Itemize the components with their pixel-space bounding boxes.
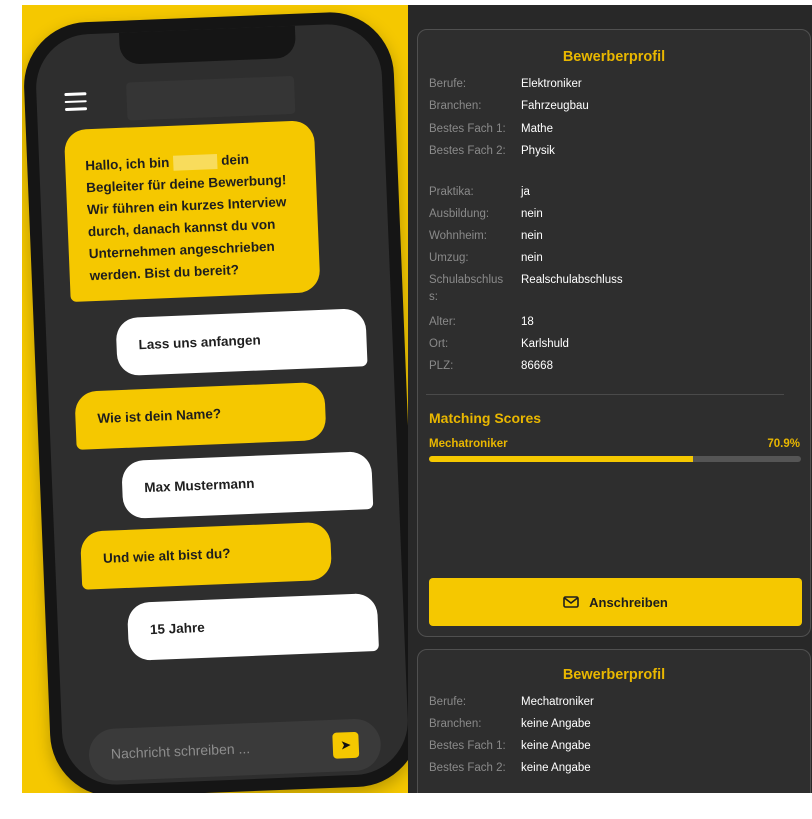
field-value: Mechatroniker bbox=[521, 696, 594, 708]
redacted-bot-name bbox=[172, 153, 218, 171]
message-text: Lass uns anfangen bbox=[138, 332, 262, 353]
contact-button[interactable]: Anschreiben bbox=[429, 578, 802, 626]
message-input-placeholder: Nachricht schreiben ... bbox=[110, 740, 251, 762]
field-label: Bestes Fach 1: bbox=[429, 740, 506, 752]
applicant-profile-card: Bewerberprofil Berufe: Elektroniker Bran… bbox=[417, 29, 811, 637]
message-text: 15 Jahre bbox=[149, 619, 206, 638]
user-message: 15 Jahre bbox=[126, 592, 380, 661]
phone-mockup-panel: Hallo, ich bin dein Begleiter für deine B… bbox=[22, 5, 408, 793]
field-label: Branchen: bbox=[429, 100, 482, 112]
message-text: Und wie alt bist du? bbox=[102, 545, 231, 566]
field-value: nein bbox=[521, 208, 543, 220]
field-label: Bestes Fach 2: bbox=[429, 145, 506, 157]
mail-icon bbox=[563, 596, 579, 608]
send-button[interactable]: ➤ bbox=[332, 731, 360, 759]
user-message: Max Mustermann bbox=[121, 451, 374, 520]
hamburger-menu-icon[interactable] bbox=[64, 92, 88, 111]
bot-message-greeting: Hallo, ich bin dein Begleiter für deine B… bbox=[63, 120, 321, 302]
chat-screen: Hallo, ich bin dein Begleiter für deine B… bbox=[34, 22, 408, 787]
field-value: Mathe bbox=[521, 123, 553, 135]
field-value: keine Angabe bbox=[521, 718, 591, 730]
field-label: Berufe: bbox=[429, 696, 467, 708]
field-value: ja bbox=[521, 186, 530, 198]
field-value: 86668 bbox=[521, 360, 553, 372]
field-value: nein bbox=[521, 230, 543, 242]
field-value: Karlshuld bbox=[521, 338, 569, 350]
field-value: Elektroniker bbox=[521, 78, 582, 90]
field-value: 18 bbox=[521, 316, 534, 328]
score-label: Mechatroniker bbox=[429, 438, 508, 450]
score-progress-fill bbox=[429, 456, 693, 462]
phone-notch bbox=[118, 23, 297, 65]
field-label: Ort: bbox=[429, 338, 449, 350]
field-label: Ausbildung: bbox=[429, 208, 490, 220]
field-label: Umzug: bbox=[429, 252, 469, 264]
field-value: keine Angabe bbox=[521, 740, 591, 752]
profile-list: Bewerberprofil Berufe: Elektroniker Bran… bbox=[408, 5, 812, 793]
profile-title: Bewerberprofil bbox=[562, 667, 666, 683]
field-label: Berufe: bbox=[429, 78, 467, 90]
field-label: Alter: bbox=[429, 316, 456, 328]
bot-message: Und wie alt bist du? bbox=[79, 521, 333, 590]
message-input[interactable]: Nachricht schreiben ... ➤ bbox=[87, 717, 382, 782]
field-label: Bestes Fach 1: bbox=[429, 123, 506, 135]
phone-frame: Hallo, ich bin dein Begleiter für deine B… bbox=[22, 9, 408, 793]
field-value: nein bbox=[521, 252, 543, 264]
bot-message: Wie ist dein Name? bbox=[74, 381, 327, 450]
message-text: Max Mustermann bbox=[143, 475, 255, 496]
field-value: keine Angabe bbox=[521, 762, 591, 774]
message-text: Wie ist dein Name? bbox=[97, 406, 222, 427]
score-progress-bar bbox=[429, 456, 801, 462]
field-label: Branchen: bbox=[429, 718, 482, 730]
field-label: Praktika: bbox=[429, 186, 474, 198]
field-value: Physik bbox=[521, 145, 555, 157]
field-label: PLZ: bbox=[429, 360, 454, 372]
header-title-placeholder bbox=[126, 75, 296, 121]
contact-button-label: Anschreiben bbox=[589, 594, 668, 610]
field-label: Wohnheim: bbox=[429, 230, 487, 242]
field-value: Fahrzeugbau bbox=[521, 100, 589, 112]
field-value: Realschulabschluss bbox=[521, 274, 623, 286]
field-label: Schulabschluss: bbox=[429, 274, 504, 303]
section-divider bbox=[426, 394, 784, 395]
send-arrow-icon: ➤ bbox=[340, 737, 352, 753]
message-text: Hallo, ich bin bbox=[85, 154, 170, 174]
matching-scores-title: Matching Scores bbox=[429, 410, 542, 426]
user-message: Lass uns anfangen bbox=[115, 308, 368, 377]
field-label: Bestes Fach 2: bbox=[429, 762, 506, 774]
score-value: 70.9% bbox=[767, 438, 800, 450]
applicant-profile-card: Bewerberprofil Berufe: Mechatroniker Bra… bbox=[417, 649, 811, 793]
profile-title: Bewerberprofil bbox=[562, 49, 666, 65]
